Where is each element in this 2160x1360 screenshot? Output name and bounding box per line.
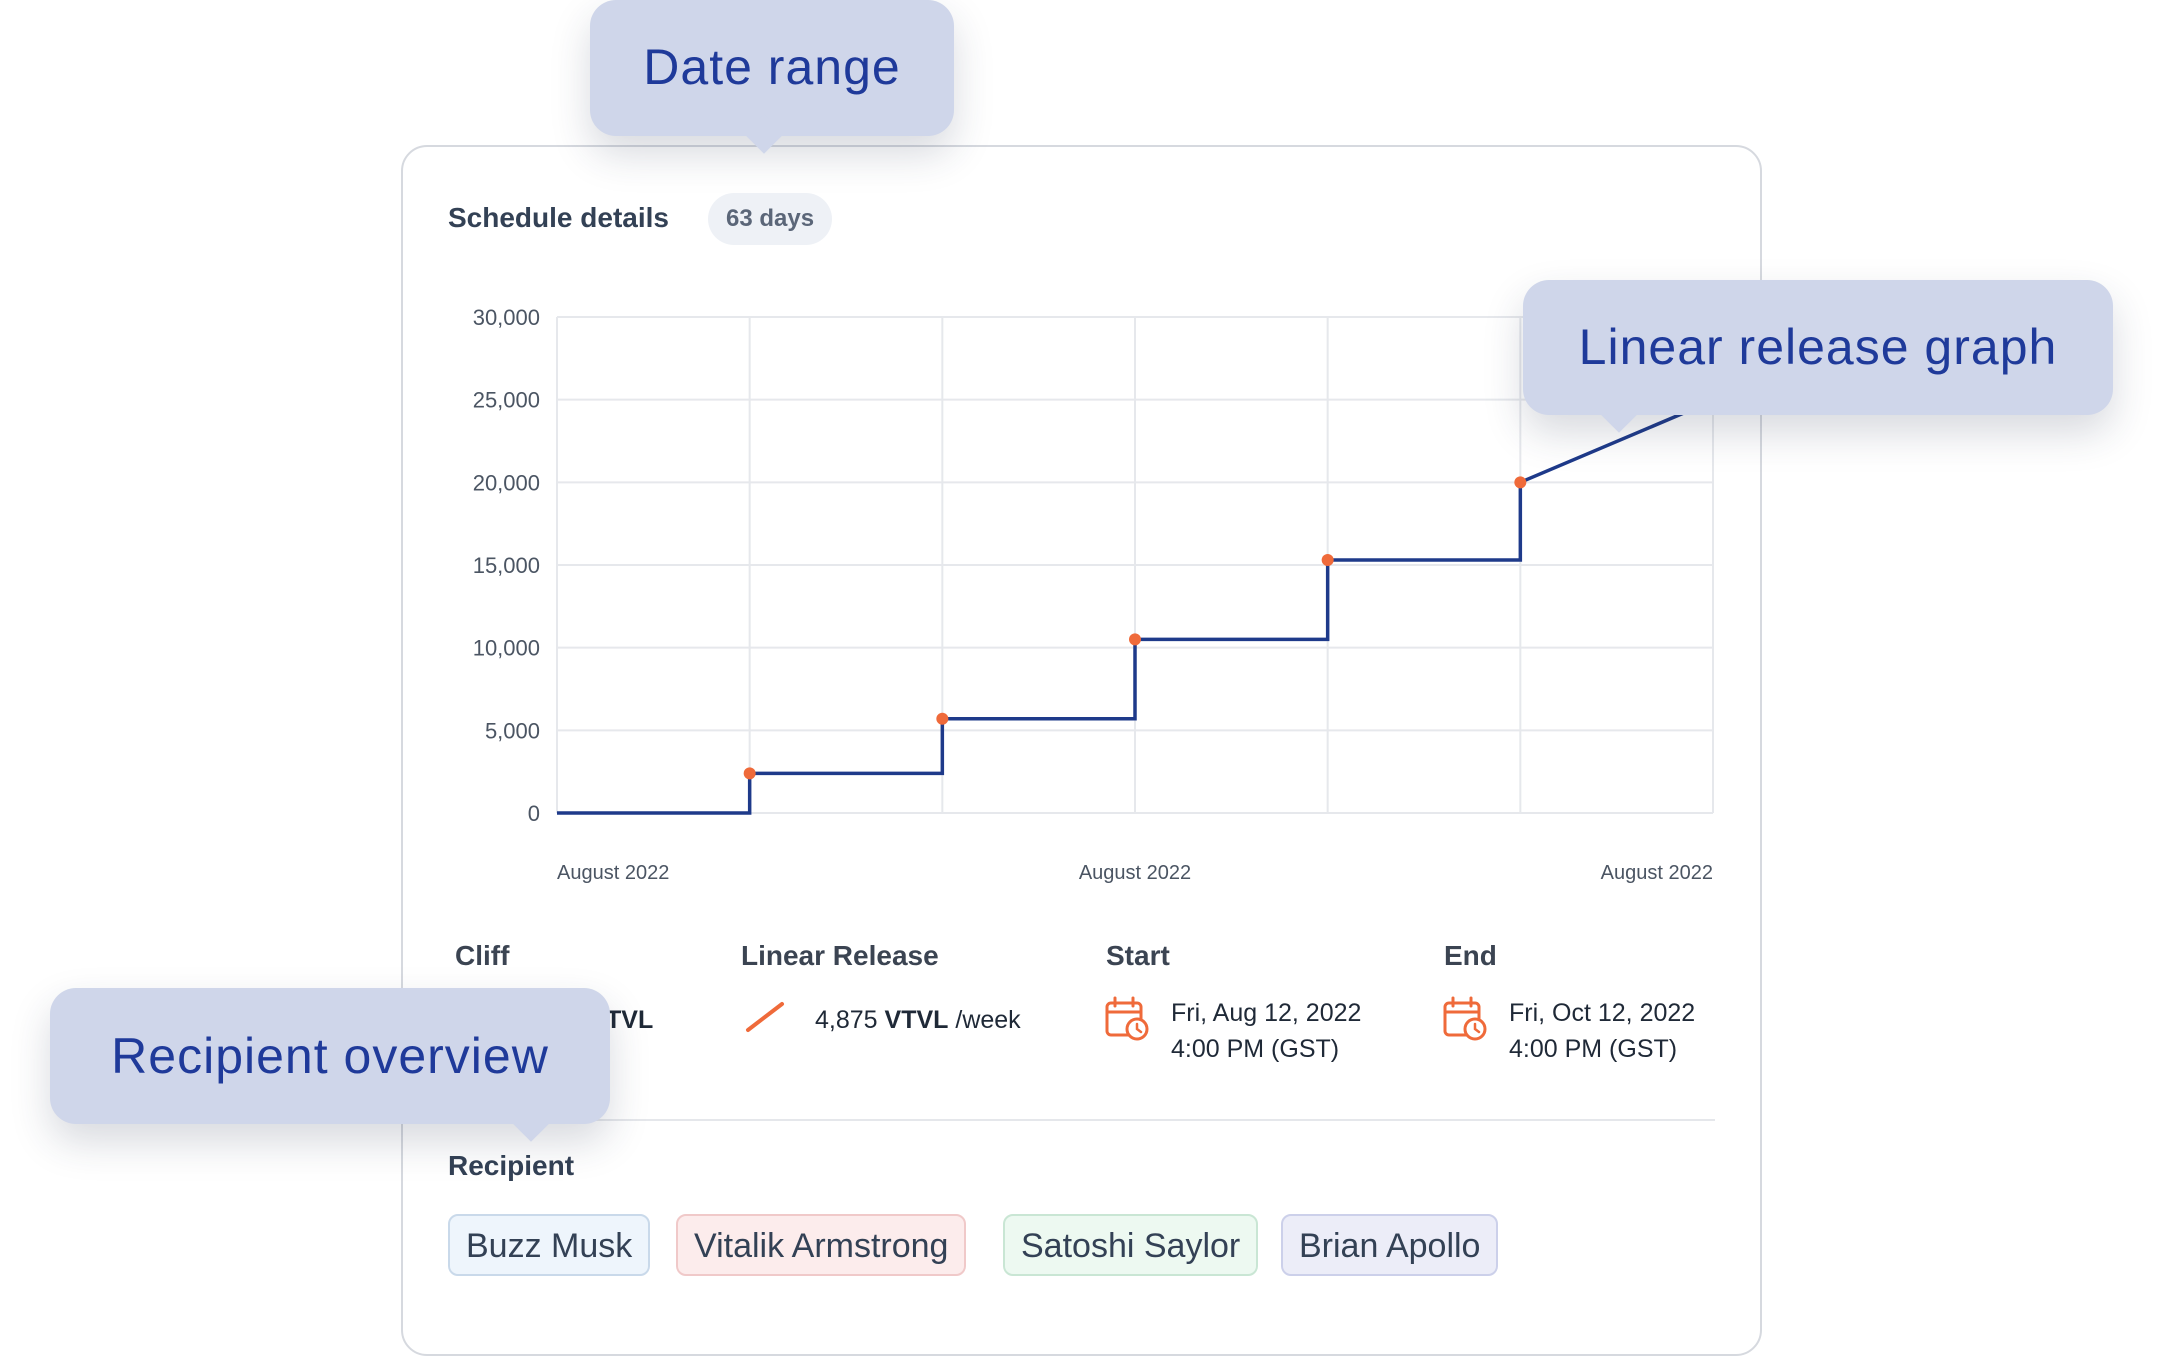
y-tick-label: 20,000 bbox=[473, 470, 540, 495]
linear-release-graph-callout: Linear release graph bbox=[1523, 280, 2113, 433]
vesting-point-marker bbox=[936, 712, 949, 725]
callout-text: Date range bbox=[643, 39, 901, 95]
release-chart: 30,000 25,000 20,000 15,000 10,000 5,000 0 Aug… bbox=[473, 305, 1714, 884]
y-tick-label: 5,000 bbox=[485, 718, 540, 743]
recipient-overview-callout: Recipient overview bbox=[50, 988, 610, 1142]
section-divider bbox=[448, 1119, 1715, 1121]
end-datetime: Fri, Oct 12, 2022 4:00 PM (GST) bbox=[1509, 999, 1696, 1063]
start-datetime: Fri, Aug 12, 2022 4:00 PM (GST) bbox=[1171, 999, 1362, 1063]
y-tick-label: 10,000 bbox=[473, 636, 540, 661]
recipient-chip[interactable]: Brian Apollo bbox=[1281, 1214, 1499, 1276]
vesting-point-marker bbox=[1129, 633, 1141, 646]
callout-text: Linear release graph bbox=[1578, 319, 2058, 375]
cliff-value: TVL bbox=[606, 1006, 654, 1034]
recipient-chip[interactable]: Vitalik Armstrong bbox=[676, 1214, 967, 1276]
recipient-label: Recipient bbox=[448, 1150, 575, 1181]
linear-release-value: 4,875 VTVL /week bbox=[815, 1006, 1021, 1034]
calendar-clock-icon bbox=[1105, 996, 1149, 1041]
cliff-label: Cliff bbox=[455, 940, 510, 971]
slope-icon bbox=[746, 1002, 784, 1032]
x-tick-label: August 2022 bbox=[557, 862, 669, 884]
calendar-clock-icon bbox=[1443, 996, 1487, 1041]
linear-release-label: Linear Release bbox=[741, 940, 939, 971]
recipient-chip[interactable]: Buzz Musk bbox=[448, 1214, 651, 1276]
chart-series bbox=[557, 411, 1685, 815]
end-label: End bbox=[1444, 940, 1497, 971]
vesting-point-marker bbox=[1514, 476, 1527, 489]
release-line bbox=[557, 411, 1685, 815]
x-tick-label: August 2022 bbox=[1601, 862, 1713, 884]
y-axis-ticks: 30,000 25,000 20,000 15,000 10,000 5,000 0 bbox=[473, 305, 540, 826]
callout-text: Recipient overview bbox=[111, 1028, 549, 1084]
vesting-point-marker bbox=[743, 767, 756, 780]
y-tick-label: 0 bbox=[528, 801, 540, 826]
date-range-callout: Date range bbox=[590, 0, 954, 154]
x-tick-label: August 2022 bbox=[1079, 862, 1191, 884]
start-label: Start bbox=[1106, 940, 1170, 971]
x-axis-ticks: August 2022 August 2022 August 2022 bbox=[557, 862, 1713, 884]
y-tick-label: 30,000 bbox=[473, 305, 540, 330]
vesting-point-marker bbox=[1321, 554, 1334, 567]
recipient-chip[interactable]: Satoshi Saylor bbox=[1003, 1214, 1259, 1276]
y-tick-label: 25,000 bbox=[473, 388, 540, 413]
y-tick-label: 15,000 bbox=[473, 553, 540, 578]
